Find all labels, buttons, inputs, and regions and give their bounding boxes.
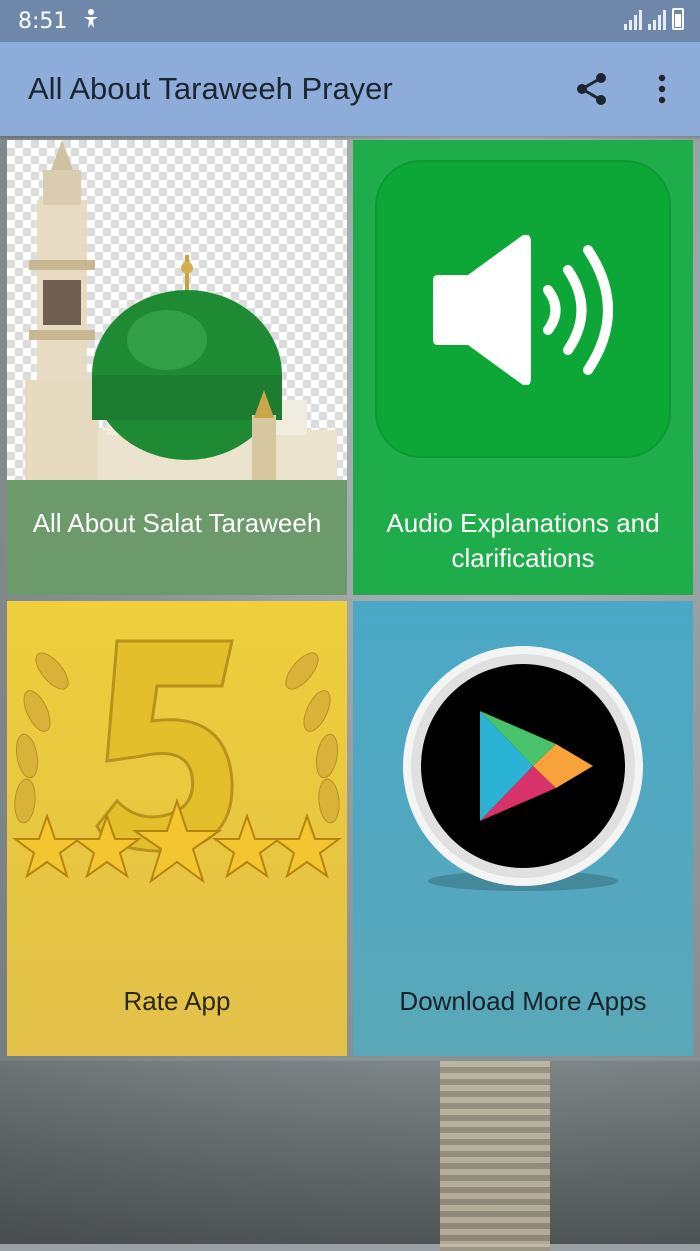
signal-icon bbox=[624, 8, 642, 30]
tile-label: All About Salat Taraweeh bbox=[32, 508, 322, 538]
background-pillar bbox=[440, 1061, 550, 1251]
tile-download-more-apps[interactable]: Download More Apps bbox=[353, 601, 693, 1056]
status-time: 8:51 bbox=[18, 8, 68, 34]
app-title: All About Taraweeh Prayer bbox=[28, 71, 393, 106]
share-icon[interactable] bbox=[572, 69, 612, 109]
tile-salat-taraweeh[interactable]: All About Salat Taraweeh bbox=[7, 140, 347, 595]
accessibility-icon bbox=[81, 8, 101, 35]
tile-label: Audio Explanations and clarifications bbox=[386, 508, 660, 573]
mosque-dome-image bbox=[7, 140, 347, 480]
tile-audio-explanations[interactable]: Audio Explanations and clarifications bbox=[353, 140, 693, 595]
speaker-icon bbox=[433, 235, 613, 385]
status-bar: 8:51 bbox=[0, 0, 700, 42]
app-bar: All About Taraweeh Prayer bbox=[0, 42, 700, 136]
more-vert-icon[interactable] bbox=[645, 69, 679, 109]
signal-icon bbox=[648, 8, 666, 30]
battery-charging-icon bbox=[672, 8, 684, 30]
tile-label: Rate App bbox=[123, 986, 231, 1016]
play-store-icon bbox=[403, 646, 643, 891]
five-stars-laurel-image bbox=[11, 639, 343, 884]
background-shade bbox=[0, 1061, 700, 1244]
tile-label: Download More Apps bbox=[399, 986, 647, 1016]
